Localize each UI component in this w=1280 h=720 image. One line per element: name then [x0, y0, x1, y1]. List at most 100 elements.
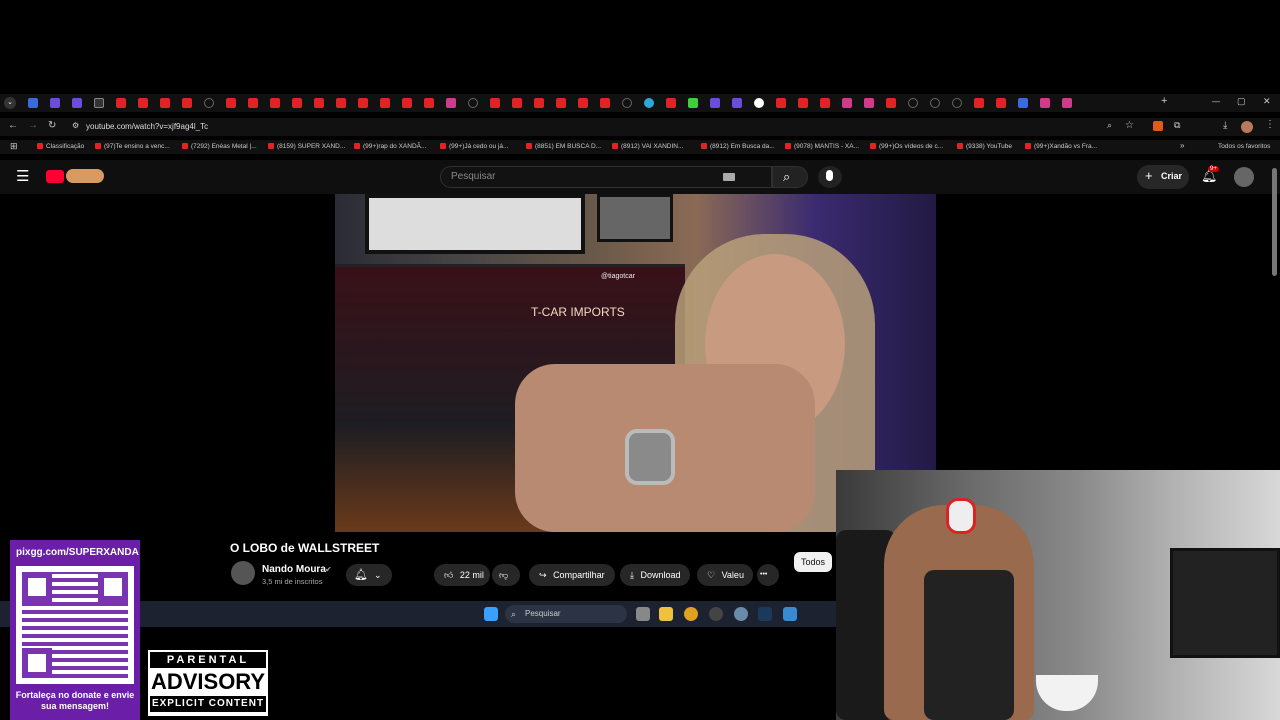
browser-tab[interactable]	[754, 98, 764, 108]
browser-tab[interactable]	[996, 98, 1006, 108]
browser-tab[interactable]	[512, 98, 522, 108]
like-button[interactable]: 👍︎ 22 mil	[434, 564, 490, 586]
browser-tab[interactable]	[336, 98, 346, 108]
settings-icon[interactable]	[734, 607, 748, 621]
browser-tab[interactable]	[1018, 98, 1028, 108]
subscription-bell-button[interactable]: 🔔︎ ⌄	[346, 564, 392, 586]
bookmark-star-icon[interactable]: ☆	[1125, 120, 1134, 131]
tab-search-dropdown[interactable]: ⌄	[4, 97, 16, 109]
browser-tab[interactable]	[578, 98, 588, 108]
bookmark-item[interactable]: (97)Te ensino a venc...	[95, 143, 170, 150]
browser-tab[interactable]	[424, 98, 434, 108]
browser-tab[interactable]	[842, 98, 852, 108]
extensions-puzzle-icon[interactable]: ⧉	[1174, 120, 1180, 131]
browser-tab[interactable]	[974, 98, 984, 108]
browser-tab[interactable]	[908, 98, 918, 108]
forward-icon[interactable]: →	[28, 120, 38, 131]
bookmark-item[interactable]: (99+)Os vídeos de c...	[870, 143, 943, 150]
bookmark-item[interactable]: (99+)Xandão vs Fra...	[1025, 143, 1097, 150]
browser-menu-icon[interactable]: ⋮	[1265, 119, 1275, 130]
browser-tab[interactable]	[402, 98, 412, 108]
browser-tab[interactable]	[28, 98, 38, 108]
more-actions-button[interactable]: •••	[757, 564, 779, 586]
browser-tab[interactable]	[666, 98, 676, 108]
browser-tab[interactable]	[600, 98, 610, 108]
browser-tab[interactable]	[864, 98, 874, 108]
account-avatar[interactable]	[1234, 167, 1254, 187]
bookmark-item[interactable]: Classificação	[37, 143, 84, 150]
browser-tab[interactable]	[248, 98, 258, 108]
search-input[interactable]: Pesquisar	[440, 166, 772, 188]
zoom-icon[interactable]: ⌕	[1107, 120, 1112, 131]
browser-tab[interactable]	[116, 98, 126, 108]
browser-tab[interactable]	[314, 98, 324, 108]
bookmark-item[interactable]: (8159) SUPER XAND...	[268, 143, 345, 150]
bookmark-item[interactable]: (9338) YouTube	[957, 143, 1012, 150]
browser-tab[interactable]	[182, 98, 192, 108]
browser-tab[interactable]	[50, 98, 60, 108]
browser-tab[interactable]	[534, 98, 544, 108]
channel-name[interactable]: Nando Moura	[262, 564, 326, 575]
app-icon[interactable]	[709, 607, 723, 621]
bookmark-item[interactable]: (8912) Em Busca da...	[701, 143, 775, 150]
browser-tab[interactable]	[710, 98, 720, 108]
browser-tab[interactable]	[468, 98, 478, 108]
browser-tab[interactable]	[930, 98, 940, 108]
all-bookmarks-folder[interactable]: Todos os favoritos	[1218, 143, 1270, 150]
new-tab-button[interactable]: +	[1161, 95, 1167, 107]
chrome-icon[interactable]	[684, 607, 698, 621]
browser-tab[interactable]	[952, 98, 962, 108]
url-field[interactable]: youtube.com/watch?v=xjf9ag4l_Tc	[86, 119, 208, 135]
bookmarks-overflow-icon[interactable]: »	[1180, 141, 1184, 150]
hamburger-menu-icon[interactable]: ☰	[16, 167, 29, 185]
browser-tab[interactable]	[204, 98, 214, 108]
bookmark-item[interactable]: (7292) Enéas Metal |...	[182, 143, 257, 150]
browser-tab[interactable]	[446, 98, 456, 108]
browser-tab[interactable]	[732, 98, 742, 108]
browser-tab[interactable]	[820, 98, 830, 108]
thanks-button[interactable]: ♡ Valeu	[697, 564, 753, 586]
extension-icon[interactable]	[1153, 121, 1163, 131]
create-button[interactable]: + Criar	[1137, 165, 1189, 189]
close-window-button[interactable]: ✕	[1263, 96, 1271, 107]
windows-start-icon[interactable]	[484, 607, 498, 621]
taskbar-search-input[interactable]: ⌕ Pesquisar	[505, 605, 627, 623]
bookmark-item[interactable]: (9078) MANTIS - XA...	[785, 143, 859, 150]
minimize-button[interactable]: —	[1212, 97, 1220, 106]
browser-tab[interactable]	[886, 98, 896, 108]
browser-tab[interactable]	[644, 98, 654, 108]
steam-icon[interactable]	[758, 607, 772, 621]
browser-tab[interactable]	[72, 98, 82, 108]
dislike-button[interactable]: 👎︎	[492, 564, 520, 586]
browser-tab[interactable]	[490, 98, 500, 108]
browser-tab[interactable]	[292, 98, 302, 108]
bookmark-item[interactable]: (8912) VAI XANDIN...	[612, 143, 683, 150]
browser-tab[interactable]	[226, 98, 236, 108]
browser-tab[interactable]	[1040, 98, 1050, 108]
download-button[interactable]: ⤓ Download	[620, 564, 690, 586]
site-info-icon[interactable]: ⚙	[72, 121, 79, 130]
bookmark-item[interactable]: (99+)Já cedo ou já...	[440, 143, 508, 150]
channel-avatar[interactable]	[231, 561, 255, 585]
browser-tab[interactable]	[798, 98, 808, 108]
bookmark-item[interactable]: (8851) EM BUSCA D...	[526, 143, 601, 150]
file-explorer-icon[interactable]	[659, 607, 673, 621]
page-scrollbar[interactable]	[1272, 168, 1277, 276]
browser-tab-active[interactable]	[94, 98, 104, 108]
youtube-logo-icon[interactable]	[46, 170, 64, 183]
maximize-button[interactable]: ▢	[1237, 96, 1246, 107]
browser-tab[interactable]	[688, 98, 698, 108]
browser-tab[interactable]	[138, 98, 148, 108]
browser-tab[interactable]	[160, 98, 170, 108]
browser-tab[interactable]	[358, 98, 368, 108]
app-icon[interactable]	[783, 607, 797, 621]
back-icon[interactable]: ←	[8, 120, 18, 131]
browser-tab[interactable]	[776, 98, 786, 108]
apps-grid-icon[interactable]: ⊞	[10, 141, 18, 152]
browser-tab[interactable]	[622, 98, 632, 108]
reload-icon[interactable]: ↻	[48, 120, 56, 131]
filter-chip-all[interactable]: Todos	[794, 552, 832, 572]
browser-tab[interactable]	[270, 98, 280, 108]
voice-search-button[interactable]	[818, 166, 842, 188]
share-button[interactable]: ↪ Compartilhar	[529, 564, 615, 586]
